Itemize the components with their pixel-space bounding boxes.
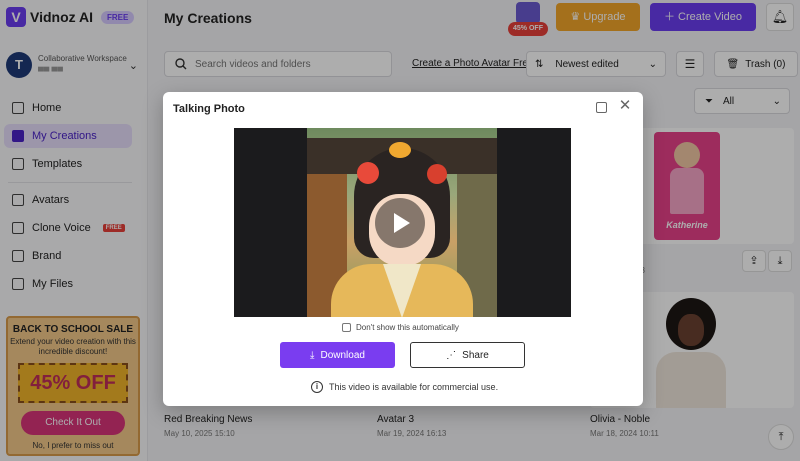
commercial-note-text: This video is available for commercial u…: [329, 382, 499, 392]
talking-photo-dialog: Talking Photo ✕ Don't show this automati…: [163, 92, 643, 406]
checkbox-icon[interactable]: [342, 323, 351, 332]
play-icon[interactable]: [375, 198, 425, 248]
maximize-icon[interactable]: [596, 102, 607, 113]
commercial-use-note: i This video is available for commercial…: [311, 381, 498, 393]
download-label: Download: [320, 349, 365, 361]
info-icon: i: [311, 381, 323, 393]
dont-show-checkbox[interactable]: Don't show this automatically: [342, 323, 459, 332]
video-player[interactable]: [234, 128, 571, 317]
dont-show-label: Don't show this automatically: [356, 323, 459, 332]
download-icon: ⤓: [310, 349, 315, 361]
share-icon: ⋰: [446, 349, 457, 361]
close-icon[interactable]: ✕: [618, 98, 632, 114]
download-button[interactable]: ⤓ Download: [280, 342, 395, 368]
dialog-title: Talking Photo: [173, 103, 245, 115]
share-label: Share: [462, 349, 489, 361]
share-button[interactable]: ⋰ Share: [410, 342, 525, 368]
